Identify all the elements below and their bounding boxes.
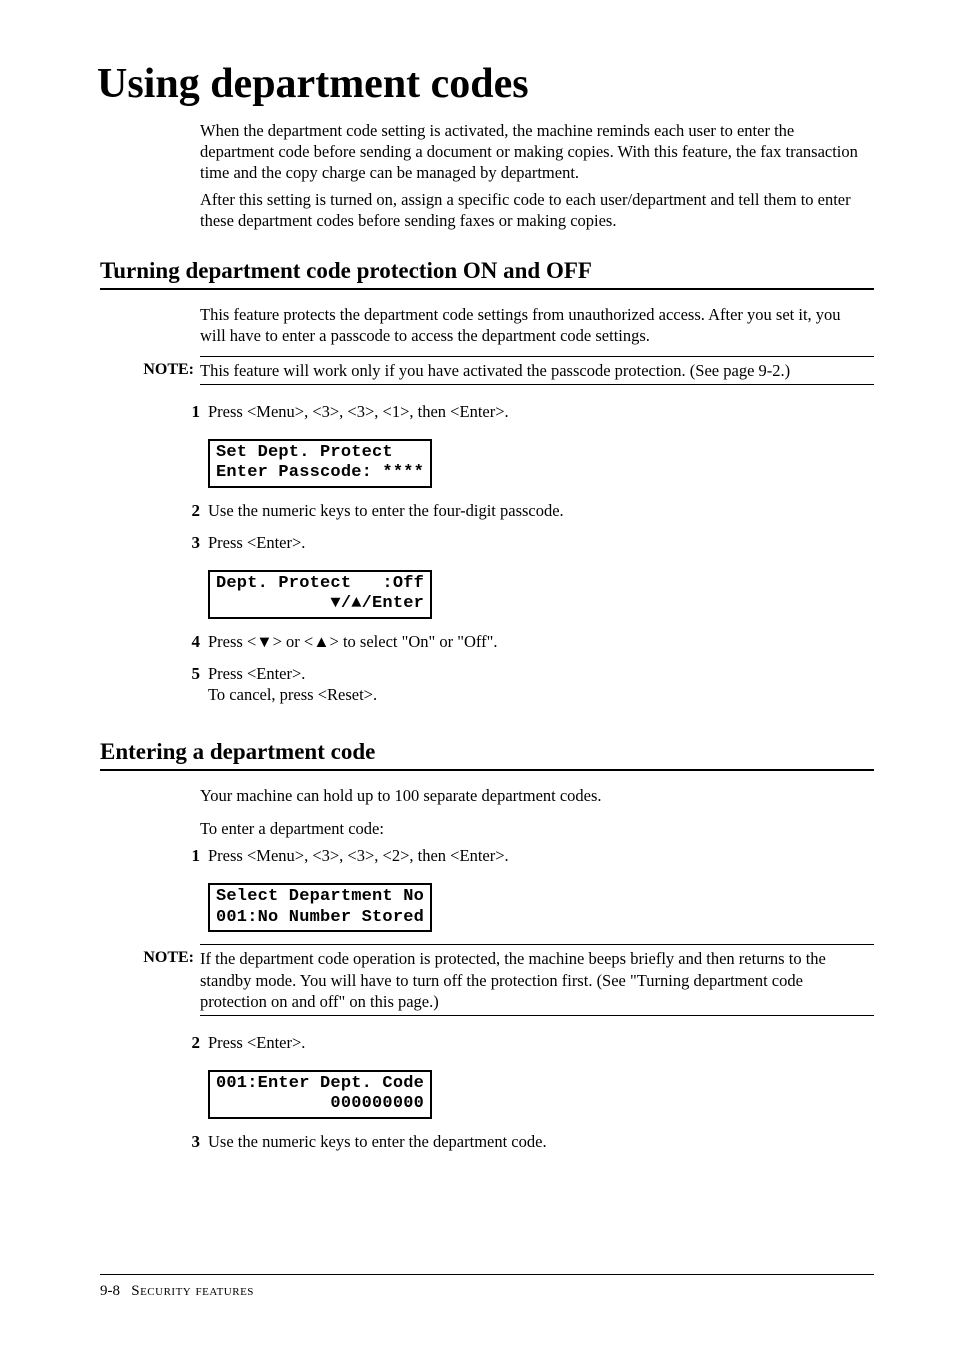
step-row: 1 Press <Menu>, <3>, <3>, <2>, then <Ent… bbox=[180, 845, 874, 867]
intro-para-2: After this setting is turned on, assign … bbox=[200, 189, 864, 231]
lcd-display: Dept. Protect :Off ▼/▲/Enter bbox=[208, 570, 432, 619]
step-text-line-1: Press <Enter>. bbox=[208, 664, 305, 683]
lcd-line-2: ▼/▲/Enter bbox=[216, 594, 424, 615]
intro-block: When the department code setting is acti… bbox=[200, 120, 864, 232]
step-number: 2 bbox=[180, 1032, 200, 1054]
step-row: 3 Press <Enter>. bbox=[180, 532, 874, 554]
step-text: Press <Enter>. bbox=[208, 532, 305, 553]
step-number: 4 bbox=[180, 631, 200, 653]
note-block-2: NOTE: If the department code operation i… bbox=[100, 944, 874, 1015]
step-text: Press <▼> or <▲> to select "On" or "Off"… bbox=[208, 631, 497, 652]
footer-rule bbox=[100, 1274, 874, 1275]
lcd-display: Set Dept. ProtectEnter Passcode: **** bbox=[208, 439, 432, 488]
step-text: Use the numeric keys to enter the depart… bbox=[208, 1131, 547, 1152]
step-row: 4 Press <▼> or <▲> to select "On" or "Of… bbox=[180, 631, 874, 653]
page-footer: 9-8 Security features bbox=[100, 1274, 874, 1300]
section-2-steps-b: 2 Press <Enter>. 001:Enter Dept. Code 00… bbox=[100, 1032, 874, 1153]
section-2: Entering a department code Your machine … bbox=[100, 739, 874, 1153]
step-number: 3 bbox=[180, 532, 200, 554]
section-2-heading: Entering a department code bbox=[100, 739, 874, 765]
section-1-heading: Turning department code protection ON an… bbox=[100, 258, 874, 284]
lcd-display: Select Department No 001:No Number Stored bbox=[208, 883, 432, 932]
lcd-line-2: Enter Passcode: **** bbox=[216, 463, 424, 484]
section-1-intro: This feature protects the department cod… bbox=[200, 304, 864, 346]
note-block-1: NOTE: This feature will work only if you… bbox=[100, 356, 874, 385]
step-text: Press <Menu>, <3>, <3>, <1>, then <Enter… bbox=[208, 401, 509, 422]
note-label: NOTE: bbox=[100, 948, 200, 967]
section-1-steps: 1 Press <Menu>, <3>, <3>, <1>, then <Ent… bbox=[100, 401, 874, 705]
step-row: 5 Press <Enter>. To cancel, press <Reset… bbox=[180, 663, 874, 705]
step-number: 3 bbox=[180, 1131, 200, 1153]
step-text: Press <Menu>, <3>, <3>, <2>, then <Enter… bbox=[208, 845, 509, 866]
step-text: Press <Enter>. To cancel, press <Reset>. bbox=[208, 663, 377, 705]
step-row: 2 Press <Enter>. bbox=[180, 1032, 874, 1054]
section-2-para-1: Your machine can hold up to 100 separate… bbox=[200, 785, 864, 806]
note-text: If the department code operation is prot… bbox=[200, 948, 874, 1011]
page-number: 9-8 bbox=[100, 1283, 120, 1299]
intro-para-1: When the department code setting is acti… bbox=[200, 120, 864, 183]
section-2-para-2: To enter a department code: bbox=[200, 818, 864, 839]
heading-rule bbox=[100, 288, 874, 290]
step-number: 1 bbox=[180, 845, 200, 867]
step-text: Press <Enter>. bbox=[208, 1032, 305, 1053]
step-row: 2 Use the numeric keys to enter the four… bbox=[180, 500, 874, 522]
footer-text: 9-8 Security features bbox=[100, 1283, 874, 1300]
note-bottom-rule bbox=[200, 1015, 874, 1016]
section-1: Turning department code protection ON an… bbox=[100, 258, 874, 705]
lcd-line-1: Dept. Protect :Off bbox=[216, 574, 424, 593]
lcd-line-1: Set Dept. Protect bbox=[216, 443, 393, 462]
lcd-line-1: Select Department No bbox=[216, 887, 424, 906]
note-bottom-rule bbox=[200, 384, 874, 385]
step-text-line-2: To cancel, press <Reset>. bbox=[208, 685, 377, 704]
page-title: Using department codes bbox=[97, 60, 874, 108]
heading-rule bbox=[100, 769, 874, 771]
lcd-display: 001:Enter Dept. Code 000000000 bbox=[208, 1070, 432, 1119]
section-2-steps-a: 1 Press <Menu>, <3>, <3>, <2>, then <Ent… bbox=[100, 845, 874, 932]
step-number: 1 bbox=[180, 401, 200, 423]
step-number: 2 bbox=[180, 500, 200, 522]
note-text: This feature will work only if you have … bbox=[200, 360, 800, 381]
step-number: 5 bbox=[180, 663, 200, 685]
step-text: Use the numeric keys to enter the four-d… bbox=[208, 500, 564, 521]
lcd-line-2: 000000000 bbox=[216, 1094, 424, 1115]
note-label: NOTE: bbox=[100, 360, 200, 379]
lcd-line-2: 001:No Number Stored bbox=[216, 908, 424, 929]
step-row: 1 Press <Menu>, <3>, <3>, <1>, then <Ent… bbox=[180, 401, 874, 423]
step-row: 3 Use the numeric keys to enter the depa… bbox=[180, 1131, 874, 1153]
footer-label: Security features bbox=[131, 1283, 254, 1299]
lcd-line-1: 001:Enter Dept. Code bbox=[216, 1074, 424, 1093]
